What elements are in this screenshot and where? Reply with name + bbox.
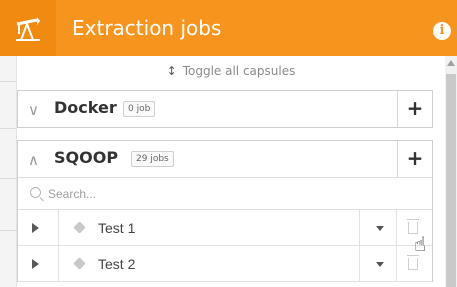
job-name: Test 1 [98,220,136,236]
add-job-button[interactable]: + [397,91,432,127]
caret-down-icon[interactable] [376,226,384,231]
scrollbar[interactable] [445,56,457,287]
play-icon[interactable] [32,259,39,269]
job-row[interactable]: Test 2 [18,246,432,282]
left-gutter [0,56,17,287]
chevron-up-icon[interactable]: ∧ [28,151,39,169]
oil-pump-jack-icon [16,17,40,41]
app-header: Extraction jobs i [0,0,457,56]
caret-down-icon[interactable] [376,262,384,267]
job-name: Test 2 [98,256,136,272]
job-count-badge: 0 job [123,101,156,117]
job-count-badge: 29 jobs [131,151,174,167]
trash-icon[interactable] [407,255,419,270]
play-icon[interactable] [32,223,39,233]
toggle-all-capsules-button[interactable]: ↕ Toggle all capsules [17,64,445,84]
scroll-up-arrow-icon[interactable] [447,60,455,66]
hand-pointer-icon: ☝ [414,232,427,256]
app-root: Extraction jobs i ↕ Toggle all capsules ∨… [0,0,457,287]
capsule-header[interactable]: ∧ SQOOP 29 jobs + [18,141,432,177]
add-job-button[interactable]: + [397,141,432,177]
search-input[interactable] [48,184,408,204]
info-icon[interactable]: i [433,22,451,40]
page-title: Extraction jobs [72,16,222,40]
job-search [18,177,432,210]
capsule-docker: ∨ Docker 0 job + [17,90,433,128]
capsule-name: Docker [54,98,117,117]
chevron-down-icon[interactable]: ∨ [28,101,39,119]
capsule-header[interactable]: ∨ Docker 0 job + [18,91,432,127]
vertical-arrows-icon: ↕ [166,64,177,78]
toggle-all-label: Toggle all capsules [182,64,296,78]
job-row[interactable]: Test 1 [18,210,432,246]
cube-icon [73,221,86,234]
capsule-name: SQOOP [54,148,119,167]
scrollbar-thumb[interactable] [446,74,456,287]
search-icon [30,187,41,198]
capsules-panel: ↕ Toggle all capsules ∨ Docker 0 job + ∧ … [17,56,445,287]
capsule-sqoop: ∧ SQOOP 29 jobs + Test 1 [17,140,433,282]
cube-icon [73,257,86,270]
logo [0,0,56,56]
